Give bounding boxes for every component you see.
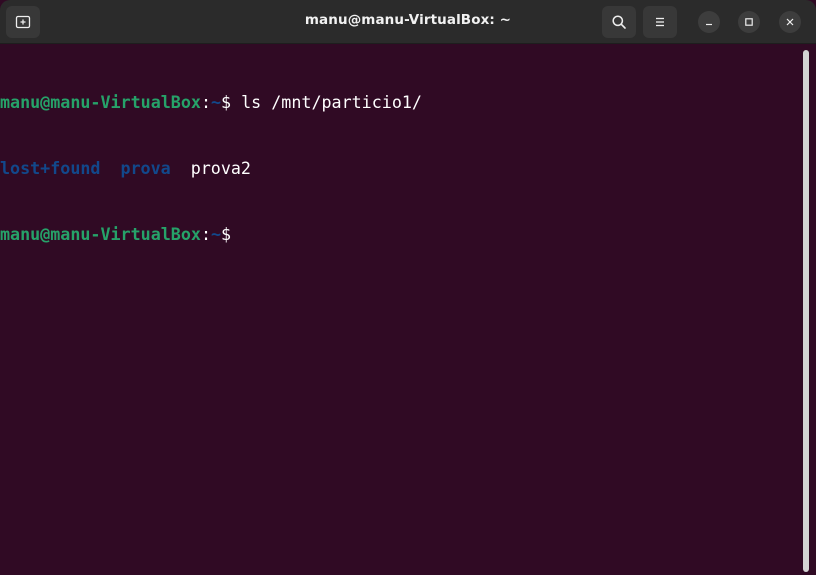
terminal-line-listing: lost+found prova prova2: [0, 157, 800, 179]
prompt-separator: :: [200, 224, 211, 244]
terminal-line-prompt: manu@manu-VirtualBox:~$: [0, 223, 800, 245]
command-text: $ ls /mnt/particio1/: [221, 92, 422, 112]
maximize-button[interactable]: [738, 11, 760, 33]
list-item-directory: lost+found: [0, 158, 101, 178]
terminal-window: manu@manu-VirtualBox: ~ manu@manu-Virtua…: [0, 0, 816, 575]
close-button[interactable]: [779, 11, 801, 33]
minimize-icon: [706, 23, 712, 26]
terminal-line-command: manu@manu-VirtualBox:~$ ls /mnt/particio…: [0, 91, 800, 113]
search-button[interactable]: [602, 6, 636, 38]
prompt-symbol: $: [221, 224, 232, 244]
list-item-directory: prova: [120, 158, 171, 178]
terminal-output[interactable]: manu@manu-VirtualBox:~$ ls /mnt/particio…: [0, 45, 800, 575]
prompt-user-host: manu@manu-VirtualBox: [0, 224, 201, 244]
header-bar: manu@manu-VirtualBox: ~: [0, 0, 816, 44]
menu-button[interactable]: [643, 6, 677, 38]
minimize-button[interactable]: [698, 11, 720, 33]
hamburger-menu-icon: [656, 17, 664, 27]
scrollbar[interactable]: [803, 50, 809, 572]
list-item-file: prova2: [190, 158, 251, 178]
prompt-user-host: manu@manu-VirtualBox: [0, 92, 201, 112]
close-icon: [786, 18, 794, 26]
maximize-icon: [745, 18, 753, 26]
prompt-separator: :: [200, 92, 211, 112]
search-icon: [612, 15, 626, 29]
window-title: manu@manu-VirtualBox: ~: [304, 12, 512, 28]
prompt-path: ~: [210, 92, 222, 112]
prompt-path: ~: [210, 224, 222, 244]
